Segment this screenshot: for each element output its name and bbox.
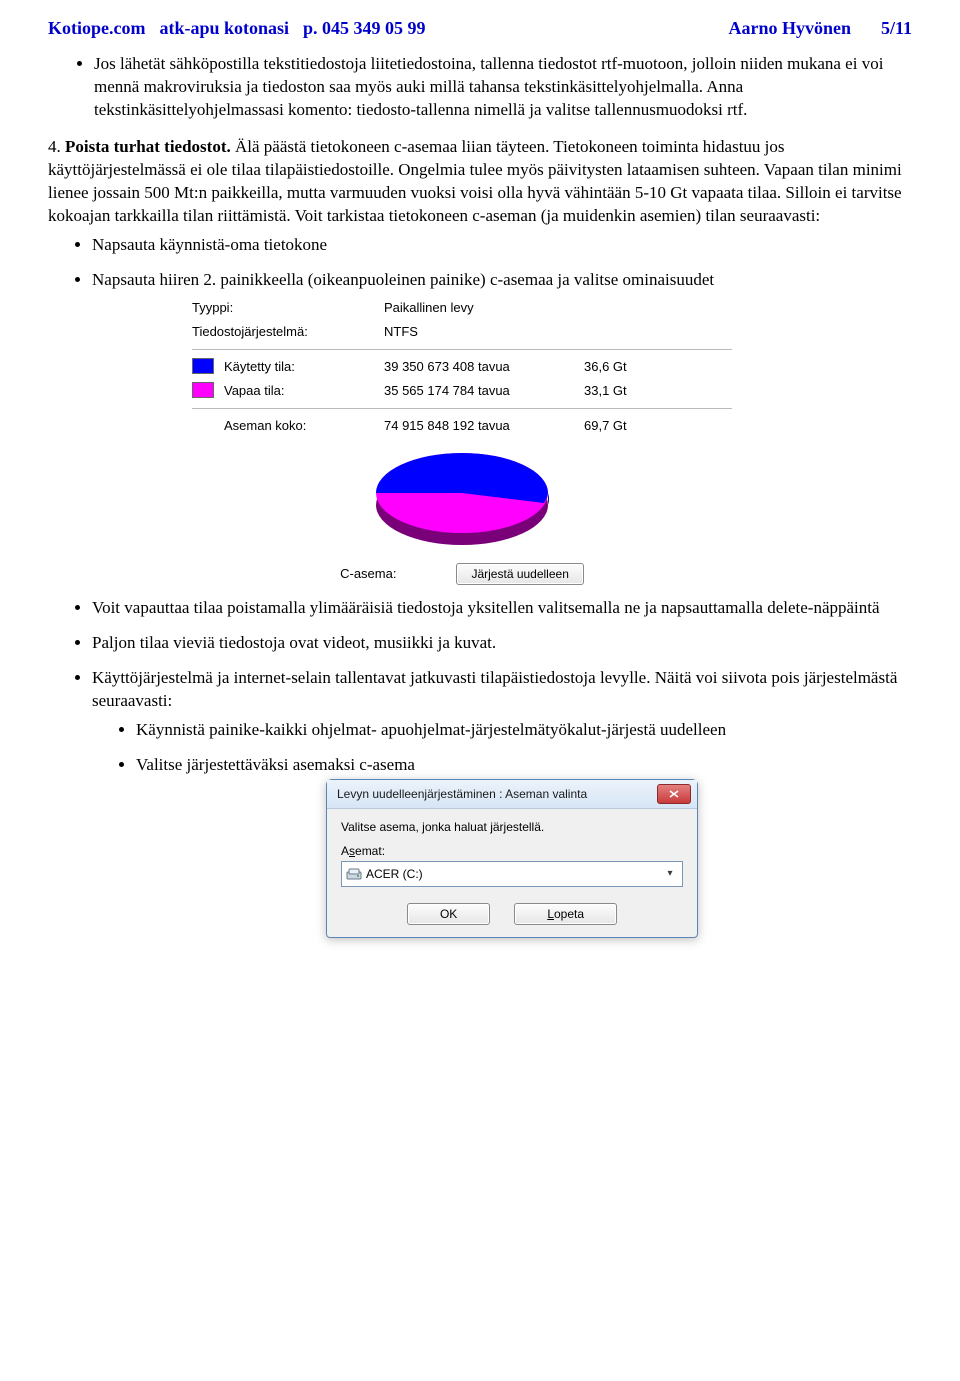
drive-icon [346,866,362,882]
dialog-field-label: Asemat: [341,843,683,859]
header-phone: p. 045 349 05 99 [303,18,728,39]
bullet-rtf-text: Jos lähetät sähköpostilla tekstitiedosto… [94,54,883,119]
sub-step-2: Napsauta hiiren 2. painikkeella (oikeanp… [92,269,912,585]
prop-type-value: Paikallinen levy [384,299,584,317]
sub-step-1-text: Napsauta käynnistä-oma tietokone [92,235,327,254]
disk-usage-pie-icon [367,447,557,557]
dialog-title-text: Levyn uudelleenjärjestäminen : Aseman va… [337,786,587,802]
prop-free-label: Vapaa tila: [224,382,384,400]
item-4: 4. Poista turhat tiedostot. Älä päästä t… [48,136,912,938]
bullet-large-files: Paljon tilaa vieviä tiedostoja ovat vide… [92,632,912,655]
bullet-temp-step2-text: Valitse järjestettäväksi asemaksi c-asem… [136,755,415,774]
swatch-used [192,358,214,374]
bullet-temp-files-text: Käyttöjärjestelmä ja internet-selain tal… [92,668,897,710]
prop-size-label: Aseman koko: [224,417,384,435]
chevron-down-icon: ▾ [662,867,678,881]
cancel-button[interactable]: Lopeta [514,903,617,925]
prop-fs-value: NTFS [384,323,584,341]
prop-used-bytes: 39 350 673 408 tavua [384,358,584,376]
prop-free-bytes: 35 565 174 784 tavua [384,382,584,400]
close-icon[interactable] [657,784,691,804]
dialog-instruction: Valitse asema, jonka haluat järjestellä. [341,819,683,835]
bullet-temp-step1-text: Käynnistä painike-kaikki ohjelmat- apuoh… [136,720,726,739]
prop-fs-label: Tiedostojärjestelmä: [192,323,384,341]
drive-select[interactable]: ACER (C:) ▾ [341,861,683,887]
bullet-large-files-text: Paljon tilaa vieviä tiedostoja ovat vide… [92,633,496,652]
header-author: Aarno Hyvönen [728,18,851,39]
item-4-title: Poista turhat tiedostot. [65,137,231,156]
bullet-rtf: Jos lähetät sähköpostilla tekstitiedosto… [94,53,912,122]
prop-type-label: Tyyppi: [192,299,384,317]
bullet-temp-step1: Käynnistä painike-kaikki ohjelmat- apuoh… [136,719,912,742]
page-header: Kotiope.com atk-apu kotonasi p. 045 349 … [48,18,912,39]
bullet-delete-files: Voit vapauttaa tilaa poistamalla ylimäär… [92,597,912,620]
header-page: 5/11 [881,18,912,39]
prop-used-gb: 36,6 Gt [584,358,664,376]
defragment-button[interactable]: Järjestä uudelleen [456,563,583,585]
header-site: Kotiope.com [48,18,145,39]
prop-size-bytes: 74 915 848 192 tavua [384,417,584,435]
dialog-titlebar: Levyn uudelleenjärjestäminen : Aseman va… [327,780,697,809]
ok-button[interactable]: OK [407,903,490,925]
prop-used-label: Käytetty tila: [224,358,384,376]
item-4-number: 4. [48,137,61,156]
swatch-free [192,382,214,398]
prop-drive-label: C-asema: [340,565,396,583]
drive-select-dialog: Levyn uudelleenjärjestäminen : Aseman va… [326,779,698,938]
bullet-temp-step2: Valitse järjestettäväksi asemaksi c-asem… [136,754,912,938]
header-tagline: atk-apu kotonasi [159,18,289,39]
sub-step-1: Napsauta käynnistä-oma tietokone [92,234,912,257]
drive-select-value: ACER (C:) [366,866,423,882]
bullet-temp-files: Käyttöjärjestelmä ja internet-selain tal… [92,667,912,938]
bullet-delete-files-text: Voit vapauttaa tilaa poistamalla ylimäär… [92,598,880,617]
sub-step-2-text: Napsauta hiiren 2. painikkeella (oikeanp… [92,270,714,289]
prop-free-gb: 33,1 Gt [584,382,664,400]
disk-properties-panel: Tyyppi: Paikallinen levy Tiedostojärjest… [192,295,732,585]
prop-size-gb: 69,7 Gt [584,417,664,435]
